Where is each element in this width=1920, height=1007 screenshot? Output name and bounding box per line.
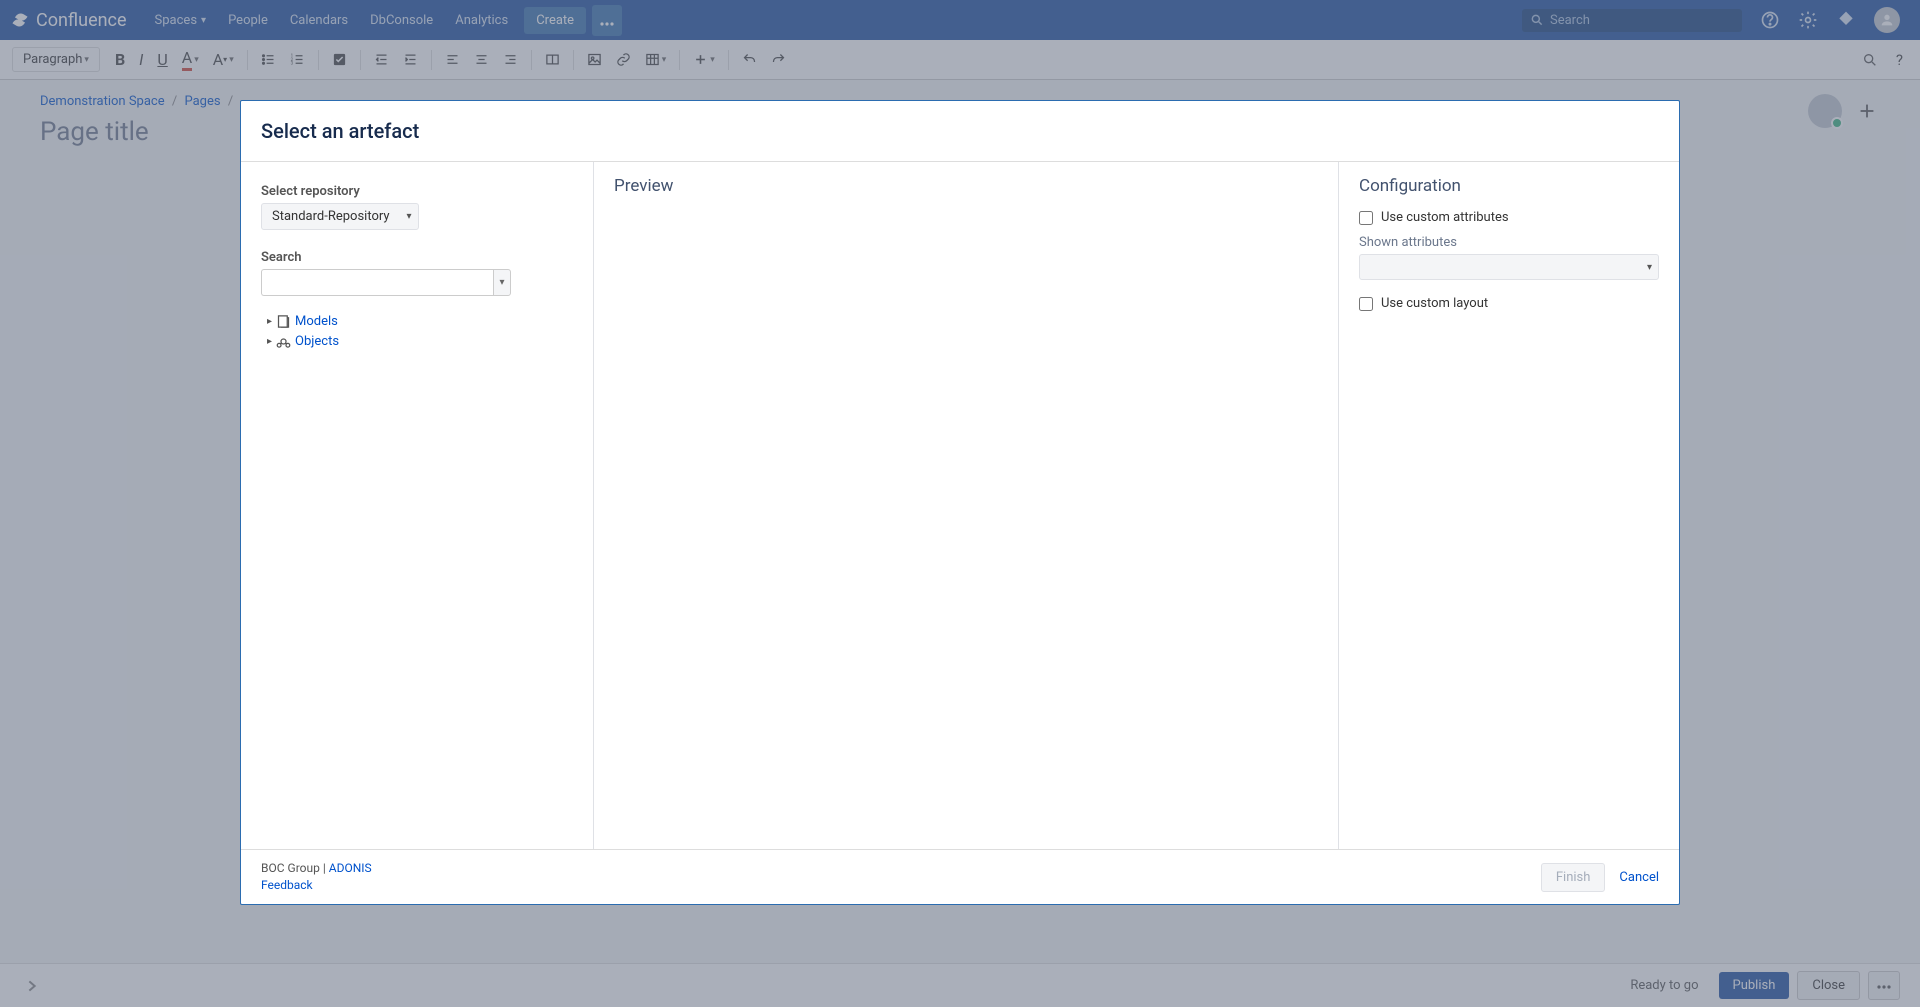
- tree-node-label: Objects: [295, 334, 339, 349]
- use-custom-layout-label: Use custom layout: [1381, 296, 1488, 311]
- chevron-down-icon: ▾: [407, 211, 412, 222]
- dialog-footer: BOC Group | ADONIS Feedback Finish Cance…: [241, 849, 1679, 904]
- use-custom-attributes-checkbox[interactable]: [1359, 211, 1373, 225]
- select-artefact-dialog: Select an artefact Select repository Sta…: [240, 100, 1680, 905]
- artefact-search-dropdown-button[interactable]: ▾: [493, 269, 511, 296]
- use-custom-attributes-row[interactable]: Use custom attributes: [1359, 210, 1659, 225]
- company-name: BOC Group: [261, 861, 320, 875]
- artefact-search: ▾: [261, 269, 511, 296]
- use-custom-attributes-label: Use custom attributes: [1381, 210, 1509, 225]
- artefact-tree: ▸ Models ▸ Objects: [261, 312, 573, 350]
- artefact-search-input[interactable]: [261, 269, 493, 296]
- config-title: Configuration: [1359, 176, 1659, 196]
- dialog-actions: Finish Cancel: [1541, 863, 1659, 892]
- tree-node-objects[interactable]: ▸ Objects: [267, 332, 573, 350]
- feedback-link[interactable]: Feedback: [261, 878, 313, 892]
- select-repository-label: Select repository: [261, 184, 573, 199]
- chevron-down-icon: ▾: [1647, 262, 1652, 273]
- tree-node-models[interactable]: ▸ Models: [267, 312, 573, 330]
- dialog-left-panel: Select repository Standard-Repository ▾ …: [241, 162, 593, 849]
- dialog-config-panel: Configuration Use custom attributes Show…: [1339, 162, 1679, 849]
- dialog-title: Select an artefact: [261, 119, 1659, 143]
- finish-button: Finish: [1541, 863, 1606, 892]
- use-custom-layout-checkbox[interactable]: [1359, 297, 1373, 311]
- shown-attributes-dropdown[interactable]: ▾: [1359, 254, 1659, 280]
- objects-icon: [276, 334, 291, 349]
- dialog-preview-panel: Preview: [593, 162, 1339, 849]
- dialog-credits: BOC Group | ADONIS Feedback: [261, 860, 372, 894]
- models-icon: [276, 314, 291, 329]
- expand-icon: ▸: [267, 336, 272, 347]
- tree-node-label: Models: [295, 314, 338, 329]
- preview-title: Preview: [614, 176, 1318, 196]
- expand-icon: ▸: [267, 316, 272, 327]
- repository-value: Standard-Repository: [272, 209, 390, 224]
- cancel-button[interactable]: Cancel: [1619, 870, 1659, 885]
- search-label: Search: [261, 250, 573, 265]
- dialog-body: Select repository Standard-Repository ▾ …: [241, 162, 1679, 849]
- shown-attributes-label: Shown attributes: [1359, 235, 1659, 250]
- repository-dropdown[interactable]: Standard-Repository ▾: [261, 203, 419, 230]
- use-custom-layout-row[interactable]: Use custom layout: [1359, 296, 1659, 311]
- dialog-header: Select an artefact: [241, 101, 1679, 162]
- product-link[interactable]: ADONIS: [329, 861, 372, 875]
